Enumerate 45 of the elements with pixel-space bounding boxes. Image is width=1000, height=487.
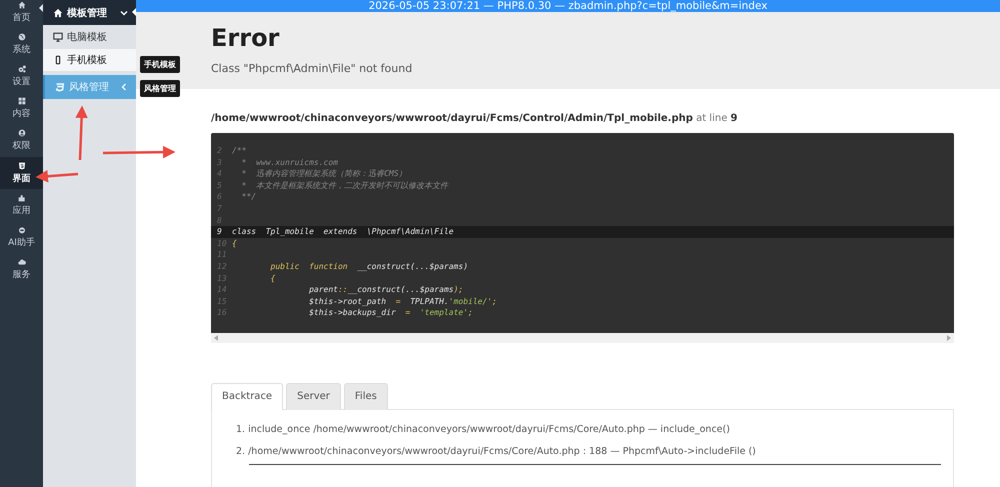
error-message: Class "Phpcmf\Admin\File" not found [211, 62, 414, 75]
home-icon [18, 0, 26, 9]
gears-icon [18, 64, 26, 73]
error-location: /home/wwwroot/chinaconveyors/wwwroot/dayrui/Fcms/Control/Admin/Tpl_mobile.php at line 9 [211, 113, 739, 124]
sidebar-item[interactable]: AI助手 [0, 221, 43, 254]
list-number: 2. [236, 446, 246, 457]
phone-icon [53, 55, 63, 65]
sidebar-item[interactable]: 界面 [0, 156, 43, 190]
horizontal-scrollbar[interactable] [211, 332, 954, 343]
grid-icon [18, 97, 26, 106]
sidebar-item[interactable]: 应用 [0, 189, 43, 222]
user-icon [18, 129, 26, 138]
annotation-arrow [36, 170, 78, 182]
submenu-header[interactable]: 模板管理 [43, 0, 136, 25]
submenu-item[interactable]: 电脑模板 [43, 26, 136, 48]
chevron-icon [120, 8, 128, 16]
sidebar-item[interactable]: 服务 [0, 254, 43, 286]
error-title: Error [211, 24, 280, 52]
chevron-icon [120, 83, 128, 91]
backtrace-entry: include_once /home/wwwroot/chinaconveyors/wwwroot/dayrui/Fcms/Core/Auto.php — include_once() [248, 424, 730, 435]
pointer-triangle-icon [132, 8, 136, 16]
html5-shield-icon [18, 162, 26, 170]
annotation-arrow [75, 106, 88, 160]
css3-icon [55, 82, 65, 92]
sidebar-item[interactable]: 权限 [0, 124, 43, 157]
monitor-icon [53, 32, 63, 42]
tab[interactable]: Backtrace [211, 382, 284, 410]
puzzle-icon [18, 194, 26, 202]
tooltip: 手机模板 [140, 56, 180, 73]
sidebar-item[interactable]: 首页 [0, 0, 43, 28]
home-icon [53, 8, 63, 18]
sidebar-item[interactable]: 系统 [0, 28, 43, 60]
cloud-icon [18, 258, 26, 266]
pointer-triangle-icon [39, 4, 43, 12]
tooltip: 风格管理 [140, 80, 180, 97]
sidebar-item[interactable]: 设置 [0, 60, 43, 93]
tab[interactable]: Files [344, 382, 388, 410]
tab[interactable]: Server [286, 382, 341, 410]
backtrace-entry: /home/wwwroot/chinaconveyors/wwwroot/dayrui/Fcms/Core/Auto.php : 188 — Phpcmf\Auto->includeFile () [248, 446, 756, 457]
scroll-left-icon[interactable] [214, 334, 218, 341]
sidebar-item[interactable]: 内容 [0, 92, 43, 125]
scroll-right-icon[interactable] [947, 334, 951, 341]
list-number: 1. [236, 424, 246, 435]
submenu-item[interactable]: 手机模板 [43, 49, 136, 71]
request-info: 2026-05-05 23:07:21 — PHP8.0.30 — zbadmin.php?c=tpl_mobile&m=index [368, 0, 768, 12]
